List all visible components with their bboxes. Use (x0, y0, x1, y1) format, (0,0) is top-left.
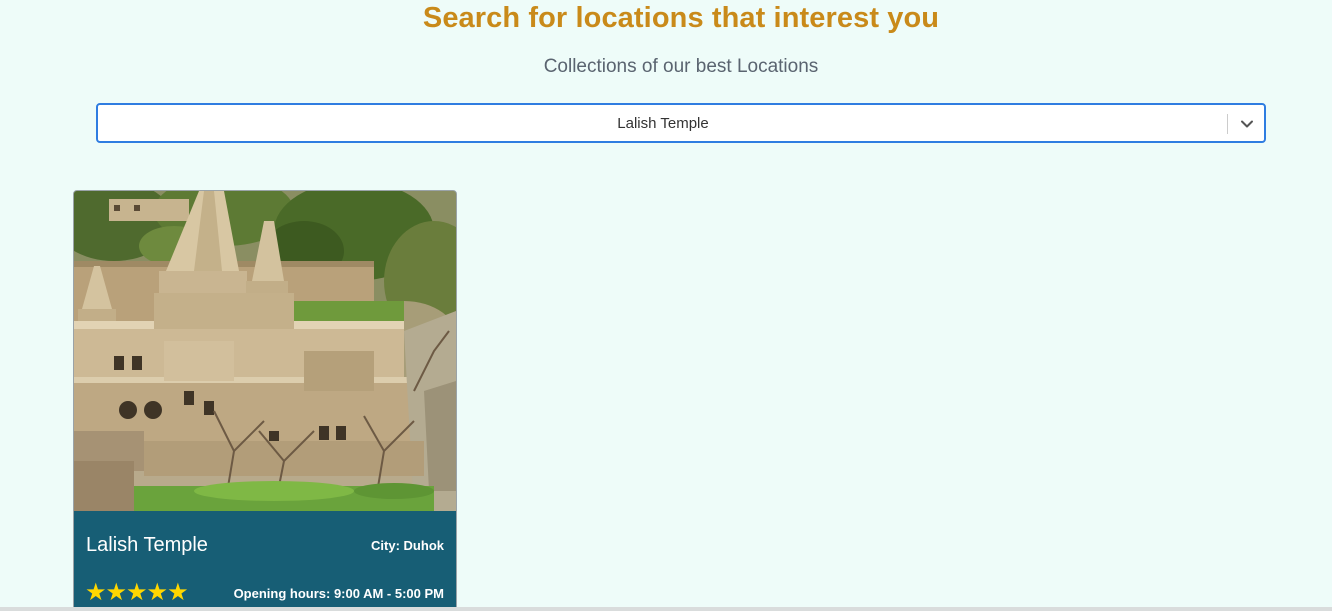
location-select-value: Lalish Temple (617, 115, 709, 132)
location-card[interactable]: Lalish Temple City: Duhok ★★★★★ Opening … (73, 190, 457, 611)
page-title: Search for locations that interest you (422, 2, 940, 34)
star-rating: ★★★★★ (85, 579, 189, 606)
location-city: City: Duhok (371, 538, 444, 553)
location-card-footer: Lalish Temple City: Duhok ★★★★★ Opening … (74, 511, 456, 611)
chevron-down-icon[interactable] (1229, 105, 1264, 143)
page-subtitle: Collections of our best Locations (543, 56, 819, 77)
location-card-image (74, 191, 456, 511)
location-name: Lalish Temple (86, 534, 208, 556)
opening-hours: Opening hours: 9:00 AM - 5:00 PM (233, 586, 444, 601)
horizontal-scrollbar[interactable] (0, 607, 1332, 611)
select-divider (1227, 114, 1228, 134)
page: Search for locations that interest you C… (0, 0, 1332, 611)
location-select[interactable]: Lalish Temple (96, 103, 1266, 143)
